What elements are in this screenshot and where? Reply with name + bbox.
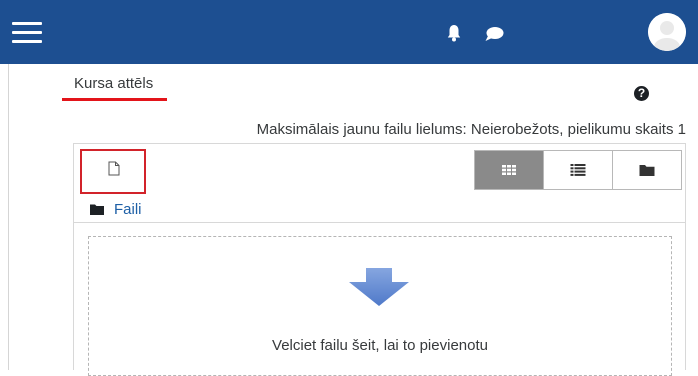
hamburger-icon[interactable] bbox=[12, 22, 42, 44]
divider bbox=[73, 222, 686, 223]
list-view-button[interactable] bbox=[544, 151, 613, 189]
drop-zone-text: Velciet failu šeit, lai to pievienotu bbox=[272, 337, 488, 354]
grid-icon bbox=[502, 165, 516, 175]
chat-bubble-icon[interactable] bbox=[484, 26, 504, 42]
arrow-down-icon bbox=[349, 268, 409, 306]
tree-view-button[interactable] bbox=[613, 151, 681, 189]
content-border bbox=[8, 64, 9, 370]
top-navbar bbox=[0, 0, 698, 64]
add-file-button[interactable] bbox=[80, 149, 146, 194]
icon-view-button[interactable] bbox=[475, 151, 544, 189]
file-drop-zone[interactable] bbox=[88, 236, 672, 376]
folder-icon bbox=[639, 165, 655, 176]
avatar[interactable] bbox=[648, 13, 686, 51]
label-highlight-underline bbox=[62, 98, 167, 101]
file-limits-text: Maksimālais jaunu failu lielums: Neierob… bbox=[256, 121, 686, 138]
question-circle-icon[interactable]: ? bbox=[634, 86, 649, 101]
bell-icon[interactable] bbox=[447, 24, 461, 42]
user-silhouette-icon bbox=[648, 13, 686, 51]
folder-icon bbox=[90, 204, 104, 215]
file-icon bbox=[108, 161, 120, 176]
breadcrumb: Faili bbox=[90, 198, 142, 220]
list-icon bbox=[570, 164, 586, 176]
field-label: Kursa attēls bbox=[74, 75, 154, 92]
view-switcher bbox=[474, 150, 682, 190]
path-root-link[interactable]: Faili bbox=[114, 201, 142, 218]
